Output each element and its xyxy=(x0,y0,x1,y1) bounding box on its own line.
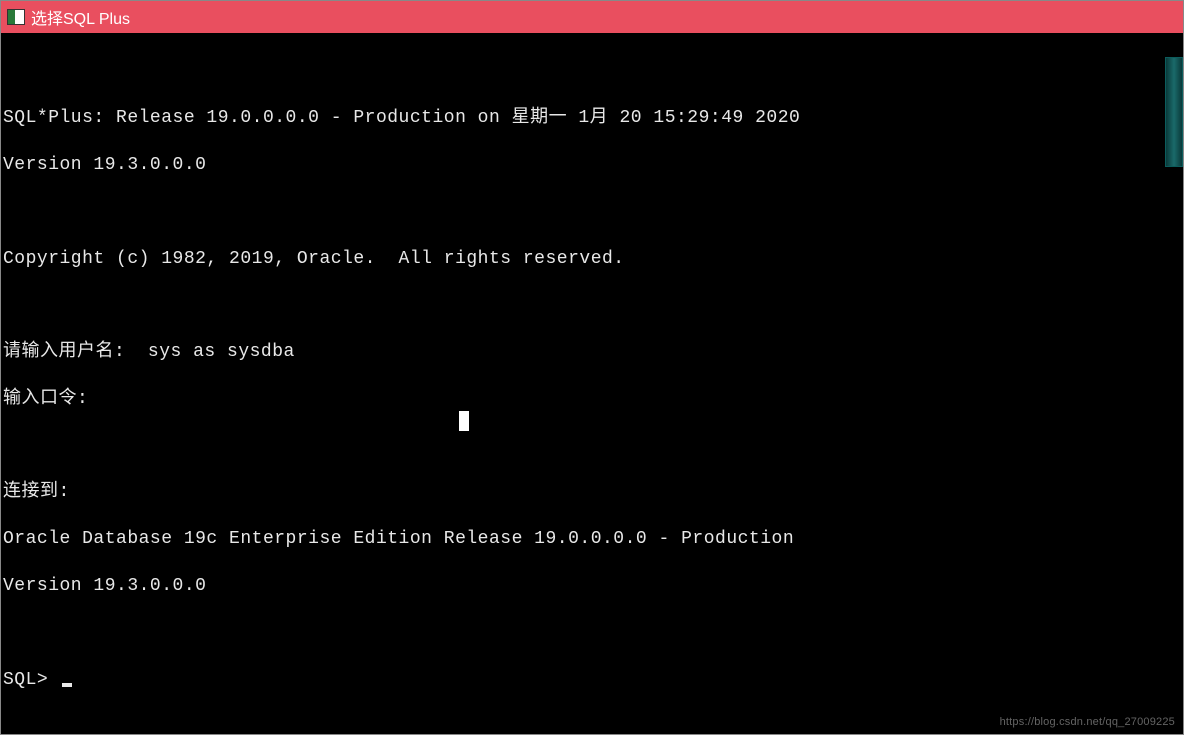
terminal-line xyxy=(3,201,1181,224)
window-titlebar[interactable]: 选择SQL Plus xyxy=(1,1,1183,33)
terminal-line: SQL*Plus: Release 19.0.0.0.0 - Productio… xyxy=(3,107,1181,130)
terminal-line xyxy=(3,60,1181,83)
terminal-line: Version 19.3.0.0.0 xyxy=(3,575,1181,598)
terminal-line xyxy=(3,294,1181,317)
terminal-line: Copyright (c) 1982, 2019, Oracle. All ri… xyxy=(3,248,1181,271)
terminal-line: Oracle Database 19c Enterprise Edition R… xyxy=(3,528,1181,551)
terminal-line xyxy=(3,435,1181,458)
terminal-line: 请输入用户名: sys as sysdba xyxy=(3,341,1181,364)
terminal-line: 输入口令: xyxy=(3,388,1181,411)
selection-block xyxy=(459,411,469,431)
window-title: 选择SQL Plus xyxy=(31,5,130,29)
terminal-line: Version 19.3.0.0.0 xyxy=(3,154,1181,177)
terminal-output[interactable]: SQL*Plus: Release 19.0.0.0.0 - Productio… xyxy=(1,33,1183,734)
watermark-text: https://blog.csdn.net/qq_27009225 xyxy=(1000,716,1175,728)
app-icon xyxy=(7,9,25,25)
sql-prompt: SQL> xyxy=(3,670,60,690)
terminal-line: 连接到: xyxy=(3,481,1181,504)
scrollbar-thumb[interactable] xyxy=(1165,57,1183,167)
sql-prompt-line: SQL> xyxy=(3,669,1181,692)
terminal-line xyxy=(3,622,1181,645)
cursor-icon xyxy=(62,683,72,687)
